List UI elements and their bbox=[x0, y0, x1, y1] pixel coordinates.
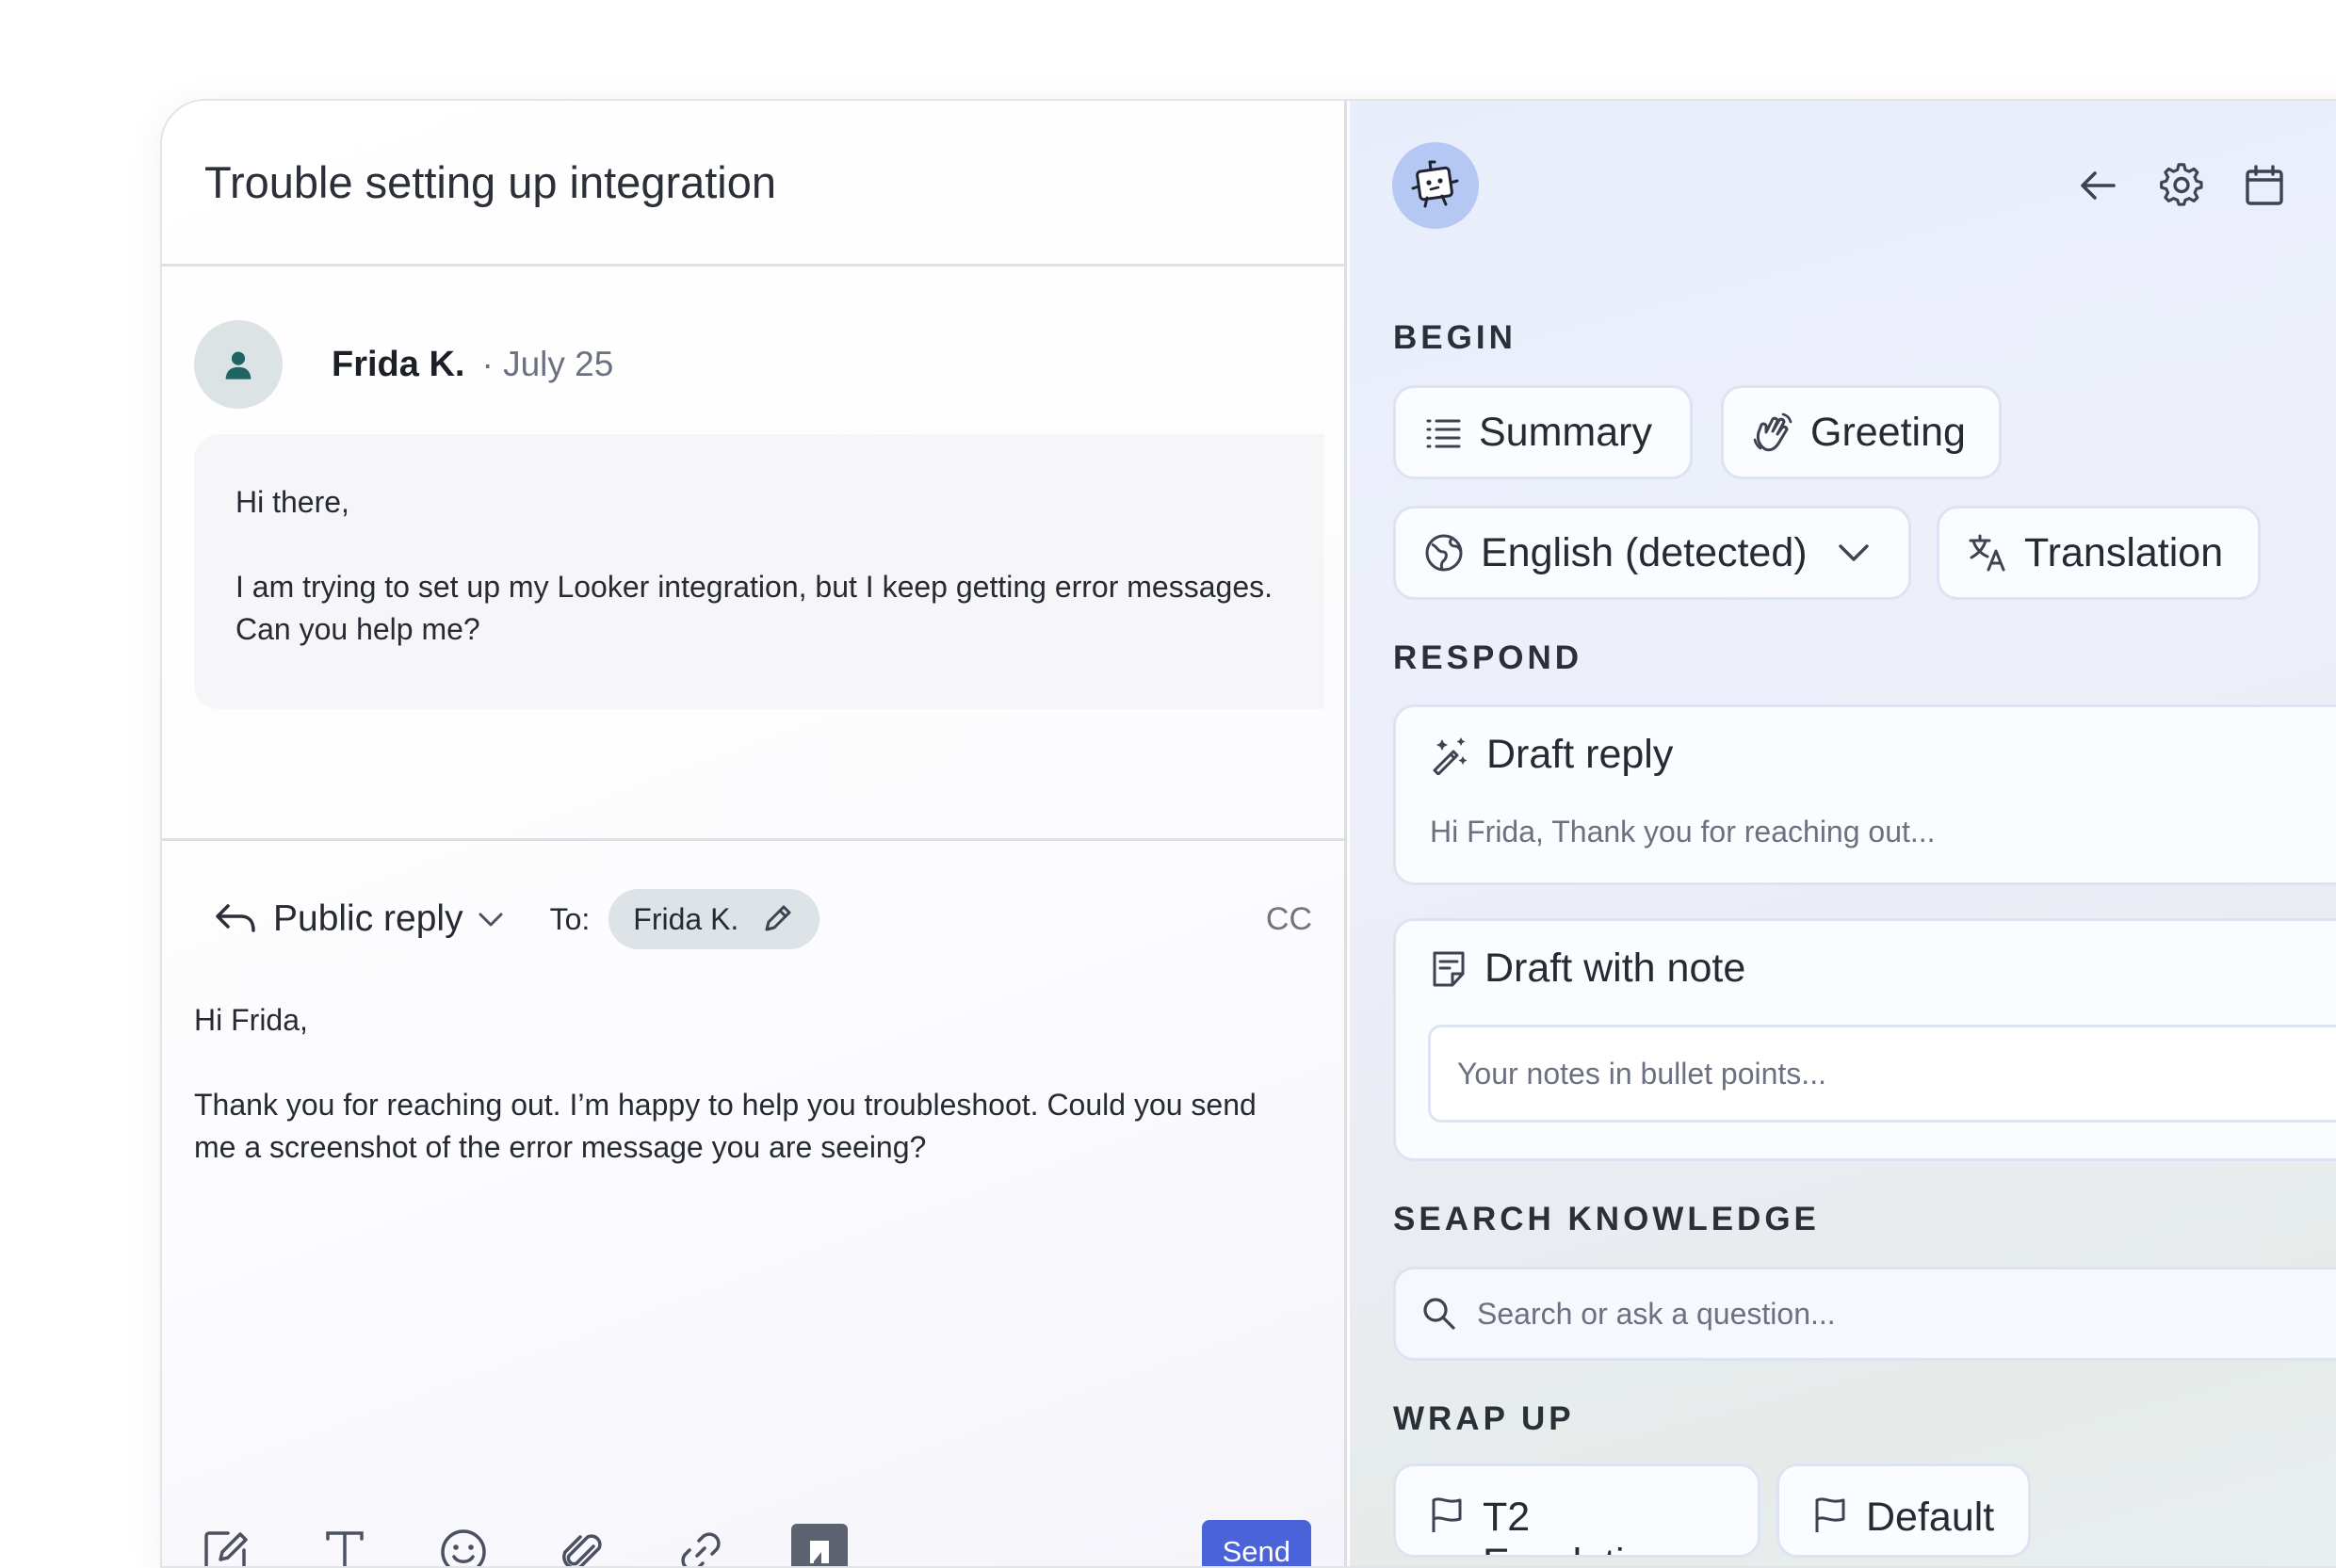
magic-wand-icon bbox=[1430, 736, 1469, 775]
notes-input[interactable]: Your notes in bullet points... bbox=[1428, 1025, 2336, 1123]
greeting-button[interactable]: Greeting bbox=[1721, 385, 2002, 479]
knowledge-search-input[interactable]: Search or ask a question... bbox=[1393, 1267, 2336, 1361]
reply-bar: Public reply To: Frida K. CC bbox=[213, 888, 1312, 950]
note-icon bbox=[1430, 949, 1468, 989]
back-arrow-icon[interactable] bbox=[2070, 157, 2127, 214]
chevron-down-icon bbox=[479, 913, 503, 927]
draft-note-header: Draft with note bbox=[1430, 946, 1745, 992]
assistant-header-actions bbox=[2070, 157, 2319, 214]
draft-note-label: Draft with note bbox=[1484, 946, 1746, 991]
globe-icon bbox=[1424, 533, 1464, 573]
bot-avatar[interactable] bbox=[1392, 142, 1479, 229]
ticket-title: Trouble setting up integration bbox=[204, 157, 777, 207]
translate-icon bbox=[1968, 533, 2007, 573]
draft-reply-header: Draft reply bbox=[1430, 732, 1673, 778]
reply-arrow-icon bbox=[216, 904, 255, 932]
waving-hand-icon bbox=[1752, 412, 1793, 453]
list-icon bbox=[1424, 413, 1462, 451]
attachment-icon[interactable] bbox=[554, 1524, 610, 1566]
flag-icon bbox=[1428, 1495, 1466, 1534]
cc-button[interactable]: CC bbox=[1266, 901, 1312, 938]
wrap-up-default-button[interactable]: Default bbox=[1776, 1463, 2031, 1558]
reply-line: Hi Frida, bbox=[194, 1003, 308, 1037]
composer-toolbar: Send bbox=[198, 1519, 1311, 1566]
emoji-icon[interactable] bbox=[435, 1524, 492, 1566]
message-line: I am trying to set up my Looker integrat… bbox=[235, 570, 1273, 646]
draft-reply-preview: Hi Frida, Thank you for reaching out... bbox=[1430, 815, 1936, 849]
message-bubble: Hi there, I am trying to set up my Looke… bbox=[194, 434, 1324, 709]
avatar[interactable] bbox=[194, 320, 283, 409]
customer-message: Frida K. · July 25 Hi there, I am trying… bbox=[194, 320, 1347, 709]
wrap-up-item-label: T2 Escalation bbox=[1483, 1495, 1669, 1555]
app-icon[interactable] bbox=[791, 1524, 848, 1566]
ticket-header: Trouble setting up integration bbox=[162, 101, 1344, 267]
to-label: To: bbox=[549, 901, 591, 936]
text-format-icon[interactable] bbox=[316, 1524, 373, 1566]
ticket-panel: Trouble setting up integration Frida K. … bbox=[162, 101, 1347, 1566]
reply-type-label: Public reply bbox=[273, 898, 463, 939]
wrap-up-t2-escalation-button[interactable]: T2 Escalation bbox=[1393, 1463, 1760, 1558]
wrap-up-section-label: WRAP UP bbox=[1393, 1400, 1575, 1437]
language-dropdown[interactable]: English (detected) bbox=[1393, 506, 1911, 600]
reply-editor[interactable]: Hi Frida, Thank you for reaching out. I’… bbox=[194, 999, 1306, 1169]
reply-composer: Public reply To: Frida K. CC Hi Frida, T… bbox=[162, 838, 1344, 1566]
recipient-chip[interactable]: Frida K. bbox=[608, 889, 820, 949]
send-button[interactable]: Send bbox=[1201, 1520, 1311, 1566]
draft-reply-card[interactable]: Draft reply Hi Frida, Thank you for reac… bbox=[1393, 704, 2336, 885]
translation-label: Translation bbox=[2024, 529, 2224, 575]
pencil-icon[interactable] bbox=[759, 901, 795, 937]
settings-gear-icon[interactable] bbox=[2153, 157, 2210, 214]
chevron-down-icon bbox=[1836, 542, 1872, 564]
search-knowledge-section-label: SEARCH KNOWLEDGE bbox=[1393, 1201, 1820, 1237]
robot-icon bbox=[1411, 160, 1459, 208]
greeting-label: Greeting bbox=[1810, 409, 1966, 455]
respond-section-label: RESPOND bbox=[1393, 639, 1583, 676]
link-icon[interactable] bbox=[673, 1524, 729, 1566]
user-icon bbox=[225, 351, 251, 380]
assistant-panel: BEGIN Summary Greeting English (detected… bbox=[1350, 101, 2336, 1566]
message-author-row: Frida K. · July 25 bbox=[194, 320, 1347, 409]
author-name[interactable]: Frida K. bbox=[332, 345, 464, 385]
flag-icon bbox=[1811, 1495, 1849, 1534]
recipient-name: Frida K. bbox=[633, 901, 739, 936]
compose-icon[interactable] bbox=[198, 1524, 254, 1566]
reply-line: Thank you for reaching out. I’m happy to… bbox=[194, 1088, 1257, 1164]
search-placeholder: Search or ask a question... bbox=[1477, 1296, 1836, 1331]
reply-type-dropdown[interactable]: Public reply bbox=[213, 898, 505, 940]
begin-section-label: BEGIN bbox=[1393, 319, 1517, 356]
support-app-window: Trouble setting up integration Frida K. … bbox=[160, 99, 2336, 1568]
calendar-icon[interactable] bbox=[2236, 157, 2293, 214]
search-icon bbox=[1420, 1295, 1458, 1333]
summary-label: Summary bbox=[1479, 409, 1652, 455]
summary-button[interactable]: Summary bbox=[1393, 385, 1693, 479]
wrap-up-item-label: Default bbox=[1866, 1495, 1995, 1540]
message-date: · July 25 bbox=[481, 345, 614, 383]
message-line: Hi there, bbox=[235, 485, 349, 519]
draft-with-note-card[interactable]: Draft with note Your notes in bullet poi… bbox=[1393, 918, 2336, 1161]
language-label: English (detected) bbox=[1481, 529, 1808, 575]
translation-button[interactable]: Translation bbox=[1937, 506, 2261, 600]
draft-reply-label: Draft reply bbox=[1486, 732, 1674, 777]
